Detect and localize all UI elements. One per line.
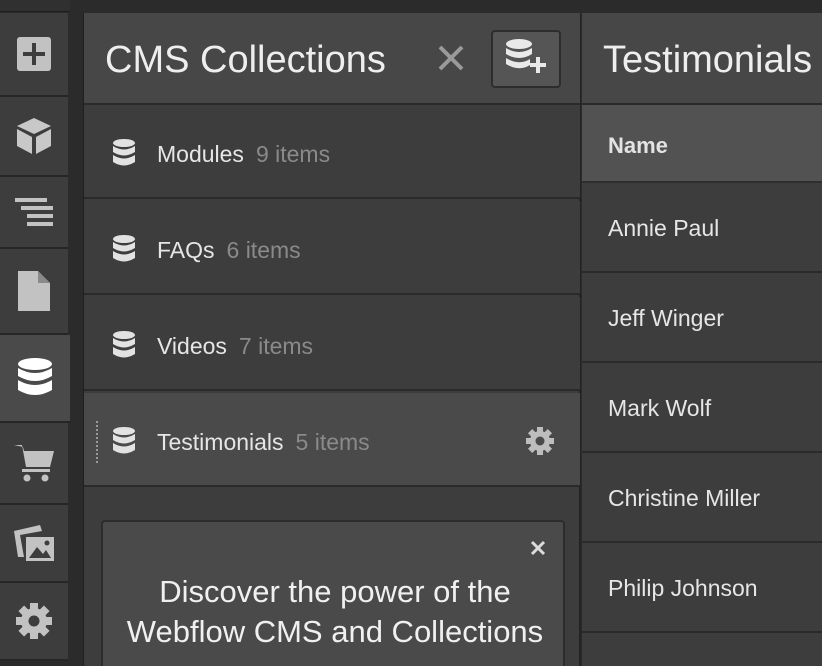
assets-images-icon [14,525,54,561]
table-row[interactable]: Christine Miller [582,453,822,543]
pages-icon [18,271,50,311]
collection-items-panel: Testimonials Name Annie Paul Jeff Winger… [582,13,822,666]
close-icon [530,540,546,560]
name-column-header[interactable]: Name [582,105,822,183]
collection-name: FAQs [157,237,215,263]
add-panel-button[interactable] [0,13,68,97]
table-row[interactable]: Mark Wolf [582,363,822,453]
collection-item-modules[interactable]: Modules 9 items [84,105,580,199]
symbols-button[interactable] [0,97,68,177]
row-name: Christine Miller [608,485,761,511]
add-panel-icon [16,36,52,72]
items-title: Testimonials [603,39,813,81]
add-collection-icon [505,38,547,80]
collection-item-videos[interactable]: Videos 7 items [84,297,580,391]
collection-count: 9 items [255,141,331,167]
panel-title: CMS Collections [105,39,386,81]
collection-database-icon [112,139,136,172]
left-toolbar [0,0,70,666]
collection-name: Modules [157,141,244,167]
collection-name: Videos [157,333,227,359]
collection-database-icon [112,427,136,460]
collection-settings-button[interactable] [525,426,555,461]
cms-collections-panel: CMS Collections Modules 9 items FAQs 6 ite… [83,13,581,666]
rail-top-strip [0,0,70,12]
collection-name: Testimonials [157,429,284,455]
settings-button[interactable] [0,583,68,661]
collection-item-testimonials[interactable]: Testimonials 5 items [84,393,580,487]
ecommerce-button[interactable] [0,423,68,505]
assets-button[interactable] [0,505,68,583]
collection-label: Testimonials 5 items [157,429,370,456]
promo-close-button[interactable] [530,540,546,561]
collection-count: 6 items [226,237,301,263]
pages-button[interactable] [0,249,68,335]
cms-database-icon [17,358,53,398]
items-header: Testimonials [582,13,822,105]
ecommerce-cart-icon [14,443,54,483]
cms-promo-card: Discover the power of the Webflow CMS an… [101,520,565,666]
table-row[interactable]: Jeff Winger [582,273,822,363]
column-header-label: Name [608,133,668,158]
gear-icon [525,427,555,460]
close-panel-button[interactable] [436,43,466,73]
collection-label: Modules 9 items [157,141,330,168]
row-name: Mark Wolf [608,395,712,421]
drag-handle[interactable] [94,421,102,465]
symbols-cube-icon [15,116,53,156]
add-collection-button[interactable] [491,30,561,88]
panel-header: CMS Collections [84,13,580,105]
close-icon [436,45,466,77]
collection-database-icon [112,331,136,364]
table-row[interactable]: Annie Paul [582,183,822,273]
collection-label: Videos 7 items [157,333,313,360]
collection-item-faqs[interactable]: FAQs 6 items [84,201,580,295]
row-name: Jeff Winger [608,305,724,331]
row-name: Philip Johnson [608,575,758,601]
table-row[interactable]: Philip Johnson [582,543,822,633]
collection-label: FAQs 6 items [157,237,301,264]
collection-count: 7 items [238,333,314,359]
navigator-button[interactable] [0,177,68,249]
settings-gear-icon [15,602,53,640]
row-name: Annie Paul [608,215,720,241]
collection-database-icon [112,235,136,268]
collection-count: 5 items [295,429,370,455]
cms-button[interactable] [0,335,70,423]
promo-text: Discover the power of the Webflow CMS an… [126,574,544,649]
navigator-icon [15,198,53,226]
